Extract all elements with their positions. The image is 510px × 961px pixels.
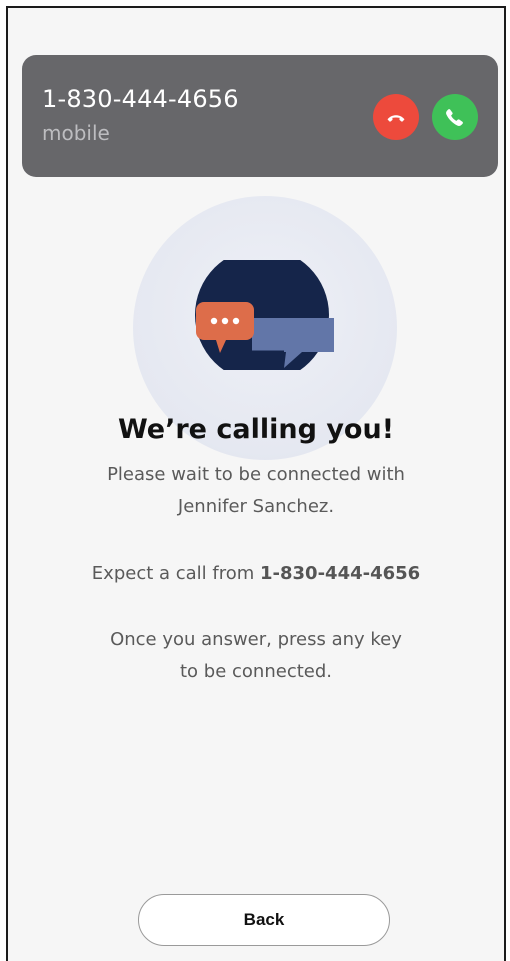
caller-type: mobile	[42, 121, 110, 145]
answer-instructions-line-1: Once you answer, press any key	[110, 629, 402, 650]
back-button[interactable]: Back	[138, 894, 390, 946]
decline-call-button[interactable]	[373, 94, 419, 140]
chat-bubbles-icon	[194, 248, 334, 382]
wait-message-line-2: Jennifer Sanchez.	[177, 496, 335, 517]
accept-call-button[interactable]	[432, 94, 478, 140]
caller-number: 1-830-444-4656	[42, 85, 239, 113]
expect-call-prefix: Expect a call from	[91, 563, 261, 584]
expect-call-message: Expect a call from 1-830-444-4656	[8, 558, 504, 590]
answer-instructions: Once you answer, press any key to be con…	[8, 624, 504, 688]
page-title: We’re calling you!	[117, 414, 395, 445]
expect-call-number: 1-830-444-4656	[260, 563, 421, 584]
wait-message: Please wait to be connected with Jennife…	[8, 459, 504, 523]
incoming-call-banner[interactable]: 1-830-444-4656 mobile	[22, 55, 498, 177]
phone-icon	[443, 105, 467, 129]
phone-hangup-icon	[383, 104, 409, 130]
status-area	[8, 8, 504, 16]
phone-screen: 1-830-444-4656 mobile We’re calling you!…	[6, 6, 506, 961]
wait-message-line-1: Please wait to be connected with	[107, 464, 405, 485]
answer-instructions-line-2: to be connected.	[180, 661, 332, 682]
